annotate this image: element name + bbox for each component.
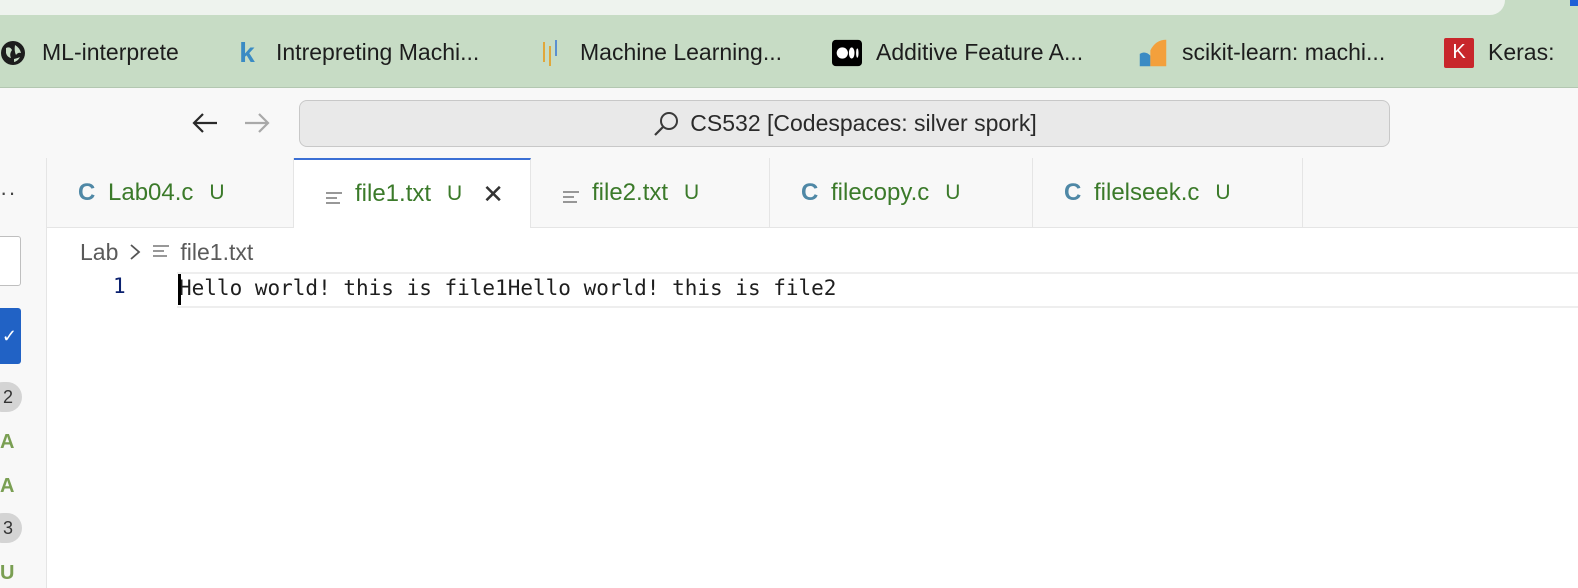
- command-center-text: CS532 [Codespaces: silver spork]: [690, 110, 1037, 136]
- bookmark-label: Additive Feature A...: [876, 39, 1084, 65]
- bookmark-label: Intrepreting Machi...: [276, 39, 480, 65]
- untracked-badge: U: [447, 182, 463, 205]
- bookmark-label: scikit-learn: machi...: [1182, 39, 1386, 65]
- close-icon[interactable]: ✕: [482, 179, 504, 210]
- code-line[interactable]: Hello world! this is file1Hello world! t…: [179, 276, 836, 300]
- count-badge: 3: [0, 513, 22, 543]
- c-file-icon: C: [801, 179, 819, 206]
- untracked-badge: U: [1215, 181, 1231, 204]
- chevron-right-icon: [130, 244, 141, 260]
- search-icon: [654, 111, 679, 136]
- untracked-badge: U: [945, 181, 961, 204]
- globe-icon: [0, 38, 28, 68]
- tab-filecopy-c[interactable]: C filecopy.c U: [770, 158, 1033, 228]
- tab-label: file2.txt: [592, 179, 669, 206]
- keras-k-icon: K: [1444, 37, 1474, 68]
- tab-label: filelseek.c: [1094, 179, 1200, 206]
- untracked-badge: U: [684, 181, 700, 204]
- sklearn-logo-icon: [1138, 38, 1168, 68]
- vscode-title-bar: CS532 [Codespaces: silver spork]: [0, 88, 1578, 158]
- kaggle-k-icon: k: [239, 36, 255, 68]
- tab-filelseek-c[interactable]: C filelseek.c U: [1033, 158, 1303, 228]
- bookmark-ml-interprete[interactable]: ML-interprete: [0, 17, 179, 87]
- status-letter: U: [0, 562, 15, 584]
- line-number: 1: [113, 274, 126, 298]
- commit-message-input[interactable]: [0, 236, 21, 286]
- bookmark-scikit-learn[interactable]: scikit-learn: machi...: [1138, 17, 1386, 87]
- more-actions-icon[interactable]: ··: [0, 180, 17, 206]
- bookmark-keras[interactable]: K Keras:: [1444, 17, 1555, 87]
- count-badge: 2: [0, 382, 22, 412]
- text-file-icon: [562, 185, 580, 203]
- bookmark-intrepreting-machine[interactable]: k Intrepreting Machi...: [232, 17, 480, 87]
- window-corner-indicator: [1570, 0, 1578, 6]
- breadcrumb-folder[interactable]: Lab: [80, 239, 118, 266]
- text-file-icon: [152, 239, 170, 266]
- source-control-panel-fragment: ·· ✓ 2 A A 3 U: [0, 158, 47, 588]
- bookmark-machine-learning[interactable]: Machine Learning...: [536, 17, 783, 87]
- text-file-icon: [325, 186, 343, 204]
- breadcrumb-file[interactable]: file1.txt: [180, 239, 253, 266]
- text-cursor: [178, 274, 181, 305]
- bookmark-label: Keras:: [1488, 39, 1555, 65]
- check-icon: ✓: [1, 325, 17, 346]
- tab-label: Lab04.c: [108, 179, 194, 206]
- tab-file1-txt[interactable]: file1.txt U ✕: [294, 158, 531, 228]
- tab-label: file1.txt: [355, 180, 432, 207]
- code-editor[interactable]: 1 Hello world! this is file1Hello world!…: [47, 270, 1578, 588]
- medium-logo-icon: [832, 38, 862, 68]
- bookmark-additive-feature[interactable]: Additive Feature A...: [832, 17, 1084, 87]
- breadcrumb: Lab file1.txt: [80, 236, 253, 268]
- forward-button[interactable]: [240, 106, 274, 140]
- c-file-icon: C: [78, 179, 96, 206]
- untracked-badge: U: [209, 181, 225, 204]
- bookmarks-bar: ML-interprete k Intrepreting Machi... Ma…: [0, 17, 1578, 88]
- address-bar-fragment: [0, 0, 1505, 15]
- tab-lab04-c[interactable]: C Lab04.c U: [47, 158, 294, 228]
- c-file-icon: C: [1064, 179, 1082, 206]
- arrow-right-icon: [245, 113, 270, 133]
- status-letter: A: [0, 475, 15, 497]
- bars-logo-icon: [536, 38, 566, 68]
- tab-file2-txt[interactable]: file2.txt U: [531, 158, 770, 228]
- tab-label: filecopy.c: [831, 179, 930, 206]
- status-letter: A: [0, 431, 15, 453]
- commit-button[interactable]: ✓: [0, 308, 21, 364]
- bookmark-label: Machine Learning...: [580, 39, 783, 65]
- back-button[interactable]: [188, 106, 222, 140]
- editor-tab-bar: C Lab04.c U file1.txt U ✕ file2.txt U C …: [47, 158, 1578, 228]
- browser-top-strip: [0, 0, 1578, 17]
- bookmark-label: ML-interprete: [42, 39, 179, 65]
- arrow-left-icon: [192, 113, 217, 133]
- command-center-search[interactable]: CS532 [Codespaces: silver spork]: [299, 100, 1390, 147]
